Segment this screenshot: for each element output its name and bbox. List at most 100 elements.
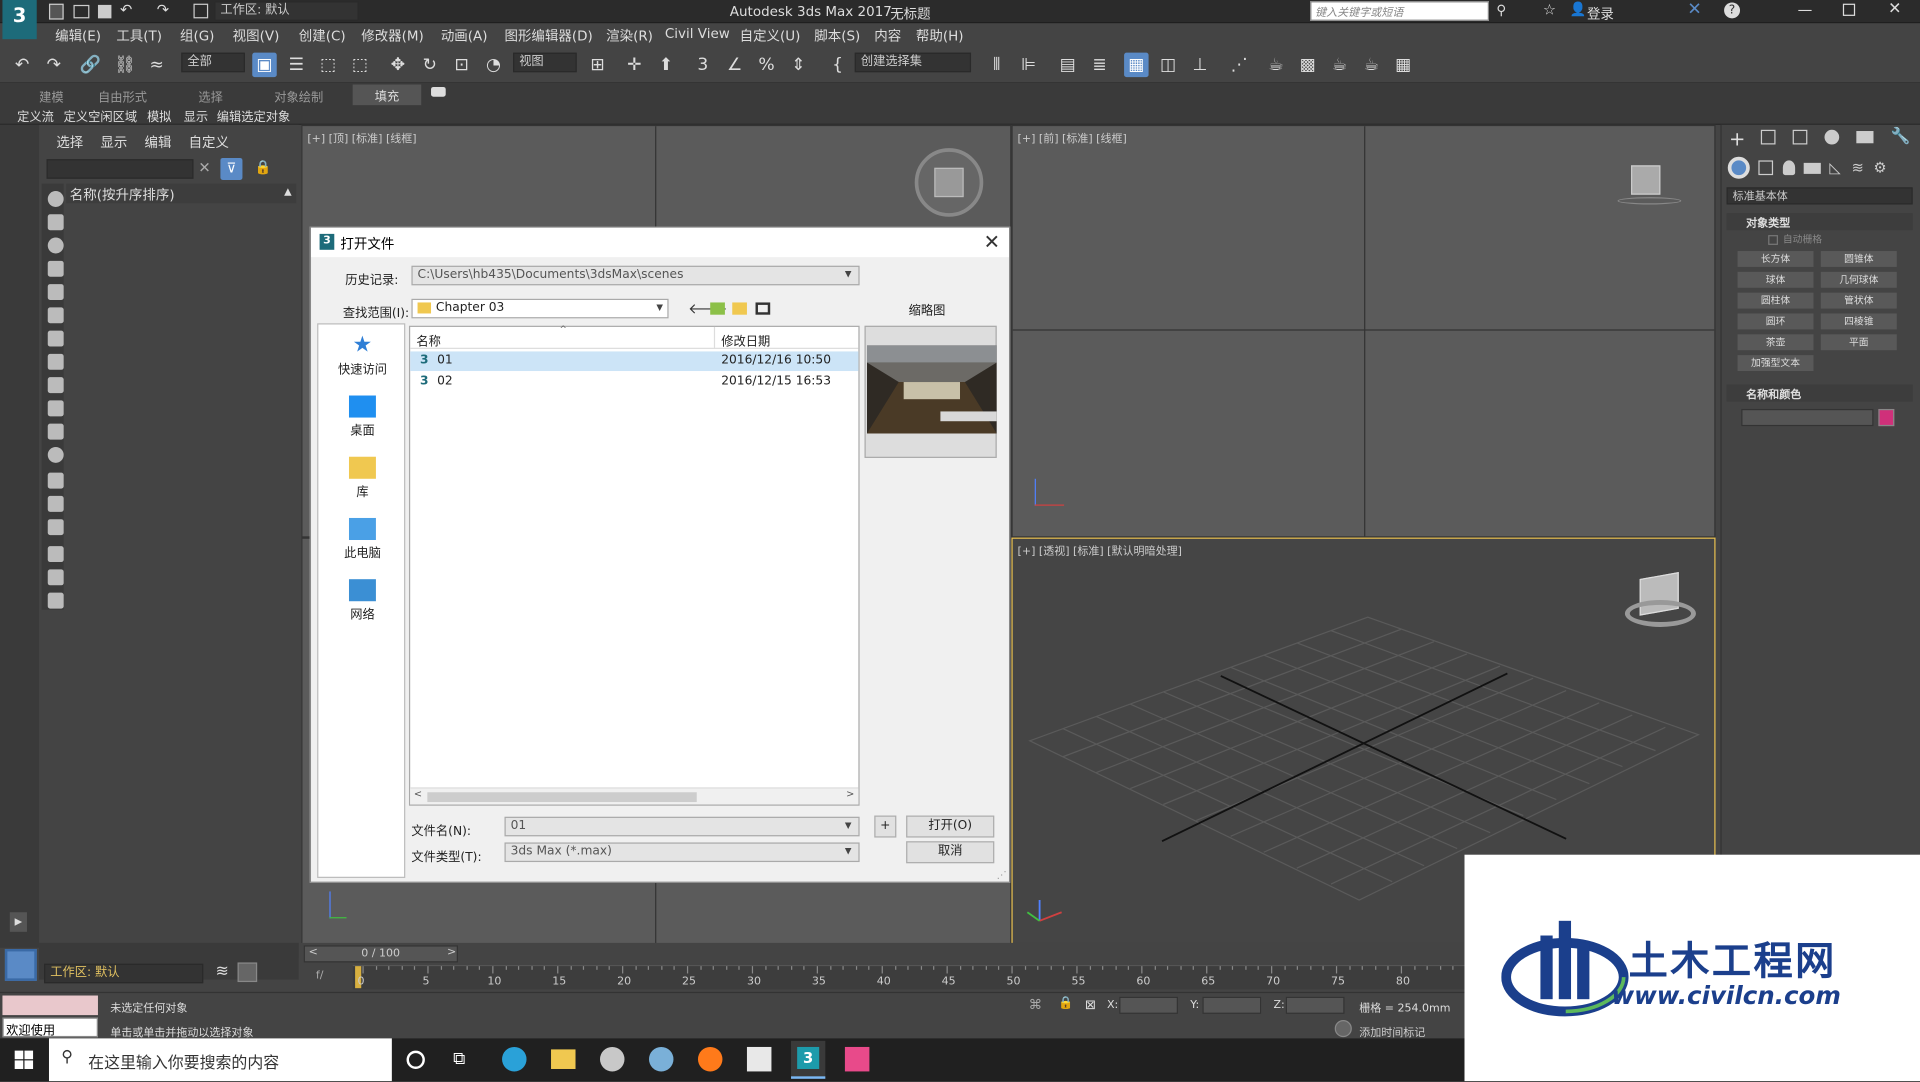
viewcube-front-icon[interactable]: [1631, 165, 1661, 195]
cancel-button[interactable]: 取消: [906, 841, 995, 864]
mirror-icon[interactable]: ⫴: [984, 53, 1008, 77]
lookin-chevron-icon[interactable]: ▼: [656, 302, 663, 312]
increment-button[interactable]: +: [874, 815, 897, 838]
helpers-icon[interactable]: ◺: [1829, 159, 1840, 176]
workspace-dropdown[interactable]: 工作区: 默认: [214, 1, 359, 21]
ribbon-tab-selection[interactable]: 选择: [198, 87, 222, 105]
redo-icon[interactable]: ↷: [157, 1, 169, 18]
select-by-name-icon[interactable]: ☰: [284, 53, 308, 77]
scene-explorer-icon[interactable]: ▤: [1056, 53, 1080, 77]
app-editor-icon[interactable]: [746, 1046, 772, 1072]
sphere-button[interactable]: 球体: [1737, 271, 1814, 288]
rect-selection-icon[interactable]: ⬚: [316, 53, 340, 77]
place-libraries[interactable]: 库: [318, 456, 406, 500]
menu-views[interactable]: 视图(V): [233, 26, 280, 46]
edge-icon[interactable]: [502, 1046, 527, 1072]
undo-icon[interactable]: ↶: [10, 53, 34, 77]
hierarchy-tab-icon[interactable]: [1792, 129, 1808, 145]
project-icon[interactable]: [193, 3, 209, 19]
cone-button[interactable]: 圆锥体: [1820, 251, 1897, 267]
tube-button[interactable]: 管状体: [1820, 292, 1897, 309]
utilities-tab-icon[interactable]: 🔧: [1891, 127, 1911, 145]
3dsmax-taskbar-icon[interactable]: 3: [791, 1040, 826, 1079]
rendered-frame-icon[interactable]: ▩: [1296, 53, 1320, 77]
column-date[interactable]: 修改日期: [721, 331, 770, 349]
save-file-icon[interactable]: [97, 4, 112, 19]
layer-explorer-icon[interactable]: ≣: [1087, 53, 1111, 77]
spacewarps-filter-icon[interactable]: [47, 307, 64, 324]
torus-button[interactable]: 圆环: [1737, 313, 1814, 330]
app-pink-icon[interactable]: [844, 1046, 870, 1072]
shapes-icon[interactable]: [1758, 160, 1774, 176]
edit-named-sel-icon[interactable]: {: [825, 53, 849, 77]
track-bar[interactable]: 0 5 10 15 20 25 30 35 40 45 50 55 60 65 70 75 80: [352, 964, 1465, 990]
undo-icon[interactable]: ↶: [120, 1, 132, 18]
lights-icon[interactable]: [1782, 160, 1796, 176]
menu-edit[interactable]: 编辑(E): [55, 26, 101, 46]
shapes-filter-icon[interactable]: [47, 214, 64, 231]
schematic-icon[interactable]: ⊥: [1188, 53, 1212, 77]
render-icon[interactable]: ☕: [1327, 53, 1351, 77]
resize-grip-icon[interactable]: ⋰: [997, 869, 1007, 880]
menu-help[interactable]: 帮助(H): [916, 26, 964, 46]
invert-display-icon[interactable]: [47, 519, 64, 536]
xrefs-filter-icon[interactable]: [47, 353, 64, 370]
sort-arrow-icon[interactable]: ▲: [284, 186, 292, 197]
binoculars-icon[interactable]: ⚲: [1496, 2, 1506, 18]
lights-filter-icon[interactable]: [47, 237, 64, 254]
selection-filter-dropdown[interactable]: 全部: [181, 52, 245, 73]
filter-icon[interactable]: ⊽: [220, 157, 243, 181]
filename-chevron-icon[interactable]: ▼: [845, 820, 852, 830]
manipulate-icon[interactable]: ✛: [622, 53, 646, 77]
workspace-bottom-dropdown[interactable]: 工作区: 默认: [44, 963, 204, 984]
place-quick-access[interactable]: ★ 快速访问: [318, 334, 406, 377]
up-folder-icon[interactable]: [710, 302, 725, 315]
ribbon-simulate[interactable]: 模拟: [147, 107, 171, 124]
file-row[interactable]: 3 02 2016/12/15 16:53: [410, 372, 858, 392]
explorer-tab-select[interactable]: 选择: [56, 132, 83, 152]
systems-icon[interactable]: ⚙: [1873, 159, 1886, 176]
menu-civil-view[interactable]: Civil View: [665, 26, 730, 42]
snap-icon[interactable]: 3: [691, 53, 715, 77]
viewport-top-label[interactable]: [+] [顶] [标准] [线框]: [307, 130, 416, 145]
autogrid-checkbox[interactable]: [1768, 235, 1778, 245]
ribbon-tab-modeling[interactable]: 建模: [39, 87, 63, 105]
render-iterative-icon[interactable]: ☕: [1359, 53, 1383, 77]
ribbon-tab-object-paint[interactable]: 对象绘制: [274, 87, 323, 105]
place-network[interactable]: 网络: [318, 579, 406, 622]
layers-icon[interactable]: ≋: [216, 962, 229, 980]
box-button[interactable]: 长方体: [1737, 251, 1814, 267]
modify-tab-icon[interactable]: [1760, 129, 1776, 145]
containers-filter-icon[interactable]: [47, 400, 64, 417]
windows-start-icon[interactable]: [14, 1050, 34, 1069]
scroll-left-icon[interactable]: <: [414, 789, 422, 800]
login-link[interactable]: 登录: [1587, 4, 1614, 24]
menu-create[interactable]: 创建(C): [299, 26, 346, 46]
category-dropdown[interactable]: 标准基本体: [1726, 187, 1913, 205]
pivot-icon[interactable]: ⊞: [585, 53, 609, 77]
maxscript-input[interactable]: 欢迎使用 MAXSc: [2, 1017, 98, 1052]
firefox-icon[interactable]: [697, 1046, 723, 1072]
spacewarps-icon[interactable]: ≋: [1851, 159, 1863, 176]
lock-icon[interactable]: 🔒: [255, 159, 272, 175]
explorer-search-input[interactable]: [46, 159, 194, 179]
material-editor-icon[interactable]: ⋰: [1227, 53, 1251, 77]
column-name[interactable]: 名称: [416, 331, 440, 349]
minimize-icon[interactable]: —: [1798, 1, 1813, 18]
add-time-tag[interactable]: 添加时间标记: [1359, 1024, 1425, 1039]
redo-icon[interactable]: ↷: [42, 53, 66, 77]
display-all-icon[interactable]: [47, 472, 64, 489]
taskbar-search-box[interactable]: ⚲ 在这里输入你要搜索的内容: [48, 1038, 392, 1082]
x-coord-input[interactable]: [1119, 996, 1178, 1014]
max-logo-icon[interactable]: 3: [2, 0, 37, 40]
scroll-thumb[interactable]: [427, 792, 697, 803]
viewport-layouts-icon[interactable]: [4, 948, 37, 981]
move-icon[interactable]: ✥: [386, 53, 410, 77]
star-icon[interactable]: ☆: [1543, 1, 1556, 18]
window-crossing-icon[interactable]: ⬚: [348, 53, 372, 77]
cameras-icon[interactable]: [1803, 162, 1821, 174]
close-window-icon[interactable]: ✕: [1888, 0, 1901, 18]
place-icon[interactable]: ◔: [481, 53, 505, 77]
plane-button[interactable]: 平面: [1820, 334, 1897, 351]
cameras-filter-icon[interactable]: [47, 260, 64, 277]
